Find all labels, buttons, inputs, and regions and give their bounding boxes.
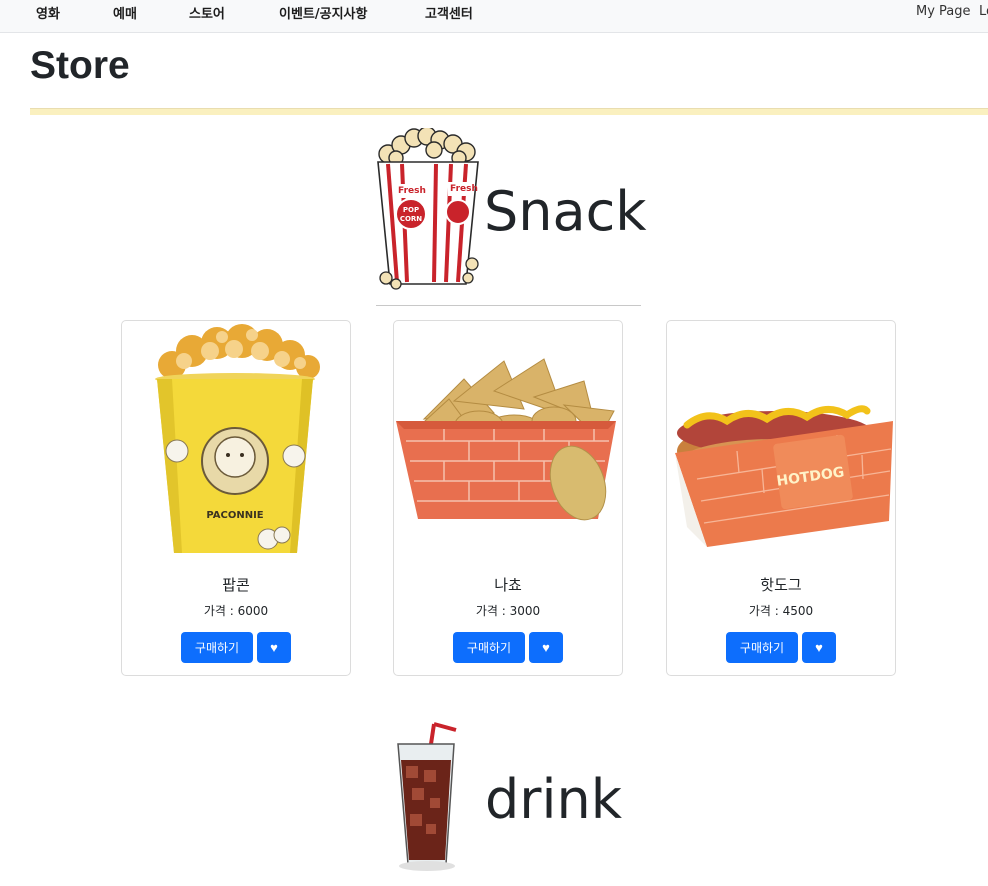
- cup-brand-label: PACONNIE: [206, 510, 263, 521]
- product-card: 나쵸 가격 : 3000 구매하기 ♥: [393, 320, 623, 676]
- cola-glass-icon: [397, 722, 457, 871]
- popcorn-cup-image: PACONNIE: [155, 324, 320, 553]
- section-title-snack: Snack: [484, 180, 647, 243]
- nav-item-customer-center[interactable]: 고객센터: [425, 3, 473, 22]
- buy-button[interactable]: 구매하기: [181, 632, 253, 663]
- heart-icon: ♥: [815, 640, 823, 655]
- product-card: PACONNIE 팝콘 가격 : 6000 구매하기 ♥: [121, 320, 351, 676]
- svg-text:Fresh: Fresh: [398, 186, 426, 196]
- nav-item-store[interactable]: 스토어: [189, 3, 225, 22]
- product-price: 가격 : 6000: [203, 604, 269, 618]
- product-name: 나쵸: [494, 576, 522, 594]
- login-link[interactable]: Lo: [979, 4, 988, 19]
- buy-button[interactable]: 구매하기: [726, 632, 798, 663]
- title-divider: [30, 108, 988, 115]
- product-name: 핫도그: [760, 576, 802, 594]
- snack-divider: [376, 305, 641, 306]
- nachos-image: [396, 358, 616, 521]
- svg-text:POP: POP: [403, 206, 419, 214]
- hotdog-image: HOTDOG: [675, 405, 893, 547]
- nav-item-events-notices[interactable]: 이벤트/공지사항: [279, 3, 367, 22]
- like-button[interactable]: ♥: [802, 632, 836, 663]
- nav-item-booking[interactable]: 예매: [113, 3, 137, 22]
- like-button[interactable]: ♥: [257, 632, 291, 663]
- product-price: 가격 : 4500: [748, 604, 814, 618]
- top-nav: 영화 예매 스토어 이벤트/공지사항 고객센터 My Page Lo: [0, 0, 988, 33]
- product-name: 팝콘: [222, 576, 250, 594]
- svg-text:CORN: CORN: [400, 215, 422, 223]
- svg-text:Fresh: Fresh: [450, 184, 478, 194]
- heart-icon: ♥: [542, 640, 550, 655]
- heart-icon: ♥: [270, 640, 278, 655]
- section-title-drink: drink: [485, 768, 622, 831]
- like-button[interactable]: ♥: [529, 632, 563, 663]
- nav-item-movies[interactable]: 영화: [36, 3, 60, 22]
- product-card: HOTDOG 핫도그 가격 : 4500 구매하기 ♥: [666, 320, 896, 676]
- buy-button[interactable]: 구매하기: [453, 632, 525, 663]
- product-price: 가격 : 3000: [475, 604, 541, 618]
- page-title: Store: [30, 44, 130, 87]
- my-page-link[interactable]: My Page: [916, 4, 971, 19]
- popcorn-box-icon: Fresh Fresh POP CORN: [377, 128, 479, 290]
